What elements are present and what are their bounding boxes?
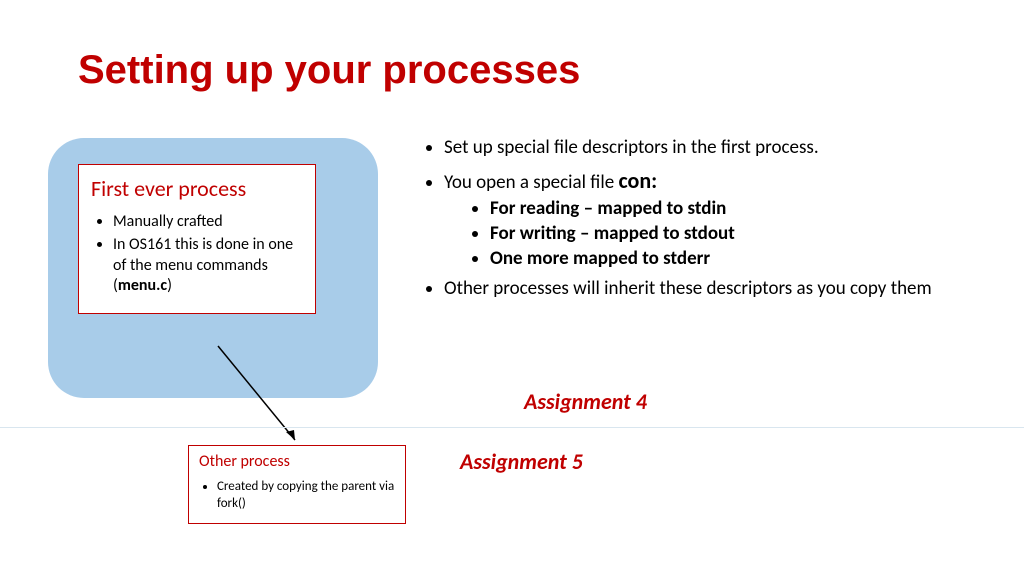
list-item: One more mapped to stderr [490,247,960,272]
first-process-list: Manually crafted In OS161 this is done i… [91,212,303,297]
assignment-4-label: Assignment 4 [524,388,647,415]
list-item: In OS161 this is done in one of the menu… [113,235,303,297]
text: ) [167,276,172,295]
list-item: Manually crafted [113,212,303,233]
horizontal-divider [0,427,1024,428]
text: You open a special file [444,171,618,194]
list-item: For writing – mapped to stdout [490,222,960,247]
list-item: Other processes will inherit these descr… [444,277,960,302]
list-item: Created by copying the parent via fork() [217,479,395,513]
filename: menu.c [118,276,167,295]
other-process-heading: Other process [199,452,395,471]
list-item: You open a special file con: For reading… [444,167,960,272]
other-process-list: Created by copying the parent via fork() [199,479,395,513]
first-process-heading: First ever process [91,175,303,202]
list-item: For reading – mapped to stdin [490,197,960,222]
other-process-panel: Other process Created by copying the par… [188,445,406,524]
list-item: Set up special file descriptors in the f… [444,136,960,161]
slide-title: Setting up your processes [78,48,580,93]
special-file-name: con: [618,167,657,194]
main-content: Set up special file descriptors in the f… [420,136,960,308]
first-process-container: First ever process Manually crafted In O… [48,138,378,398]
first-process-panel: First ever process Manually crafted In O… [78,164,316,314]
assignment-5-label: Assignment 5 [460,448,583,475]
